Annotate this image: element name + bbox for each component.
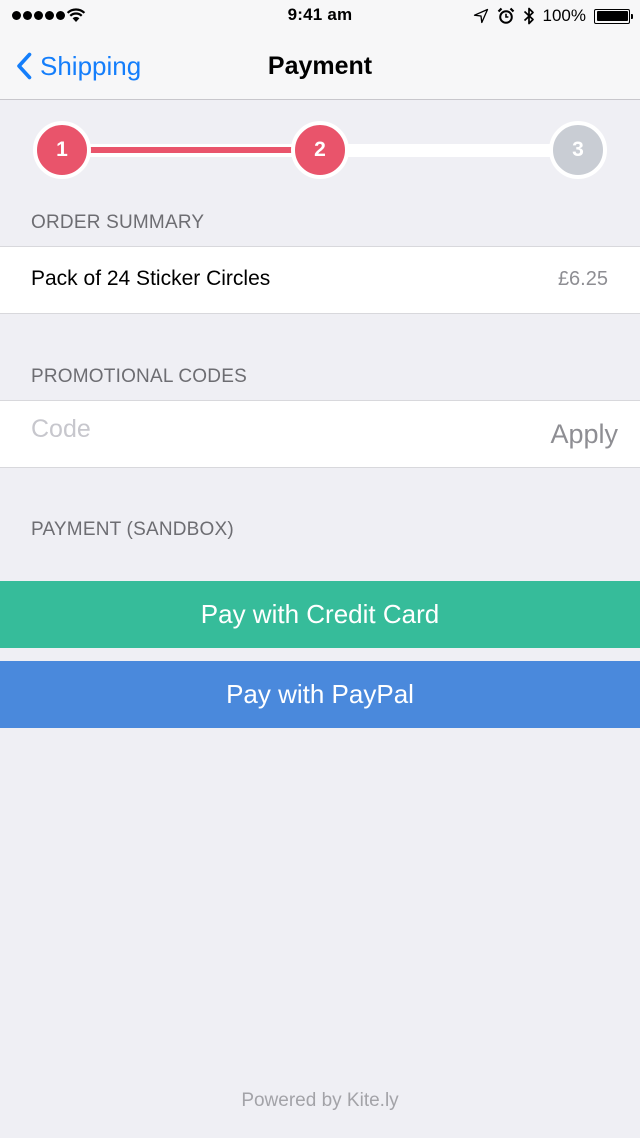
powered-by-footer: Powered by Kite.ly (241, 1090, 399, 1111)
navigation-bar: 9:41 am 100% Shipping Payment (0, 0, 640, 100)
apply-promo-button[interactable]: Apply (550, 419, 618, 450)
order-item-name: Pack of 24 Sticker Circles (31, 267, 271, 290)
battery-icon (594, 8, 633, 24)
promo-code-input[interactable] (31, 415, 491, 444)
alarm-icon (497, 7, 514, 24)
order-item-price: £6.25 (557, 268, 608, 290)
promo-code-row: Apply (0, 400, 640, 468)
promotional-codes-header: PROMOTIONAL CODES (31, 366, 247, 387)
battery-percentage: 100% (542, 6, 586, 25)
pay-with-credit-card-button[interactable]: Pay with Credit Card (0, 581, 640, 648)
step-1-indicator: 1 (33, 121, 91, 179)
step-3-indicator: 3 (549, 121, 607, 179)
order-summary-header: ORDER SUMMARY (31, 212, 205, 233)
stepper-progress-line (62, 147, 320, 153)
bluetooth-icon (523, 7, 534, 25)
status-right-group: 100% (473, 5, 633, 27)
page-title: Payment (267, 52, 373, 80)
step-2-indicator: 2 (291, 121, 349, 179)
order-summary-row: Pack of 24 Sticker Circles £6.25 (0, 246, 640, 314)
checkout-progress-stepper: 1 2 3 (0, 100, 640, 200)
status-bar: 9:41 am 100% (0, 0, 640, 32)
pay-with-paypal-button[interactable]: Pay with PayPal (0, 661, 640, 728)
payment-header: PAYMENT (SANDBOX) (31, 519, 234, 540)
location-arrow-icon (473, 8, 488, 24)
